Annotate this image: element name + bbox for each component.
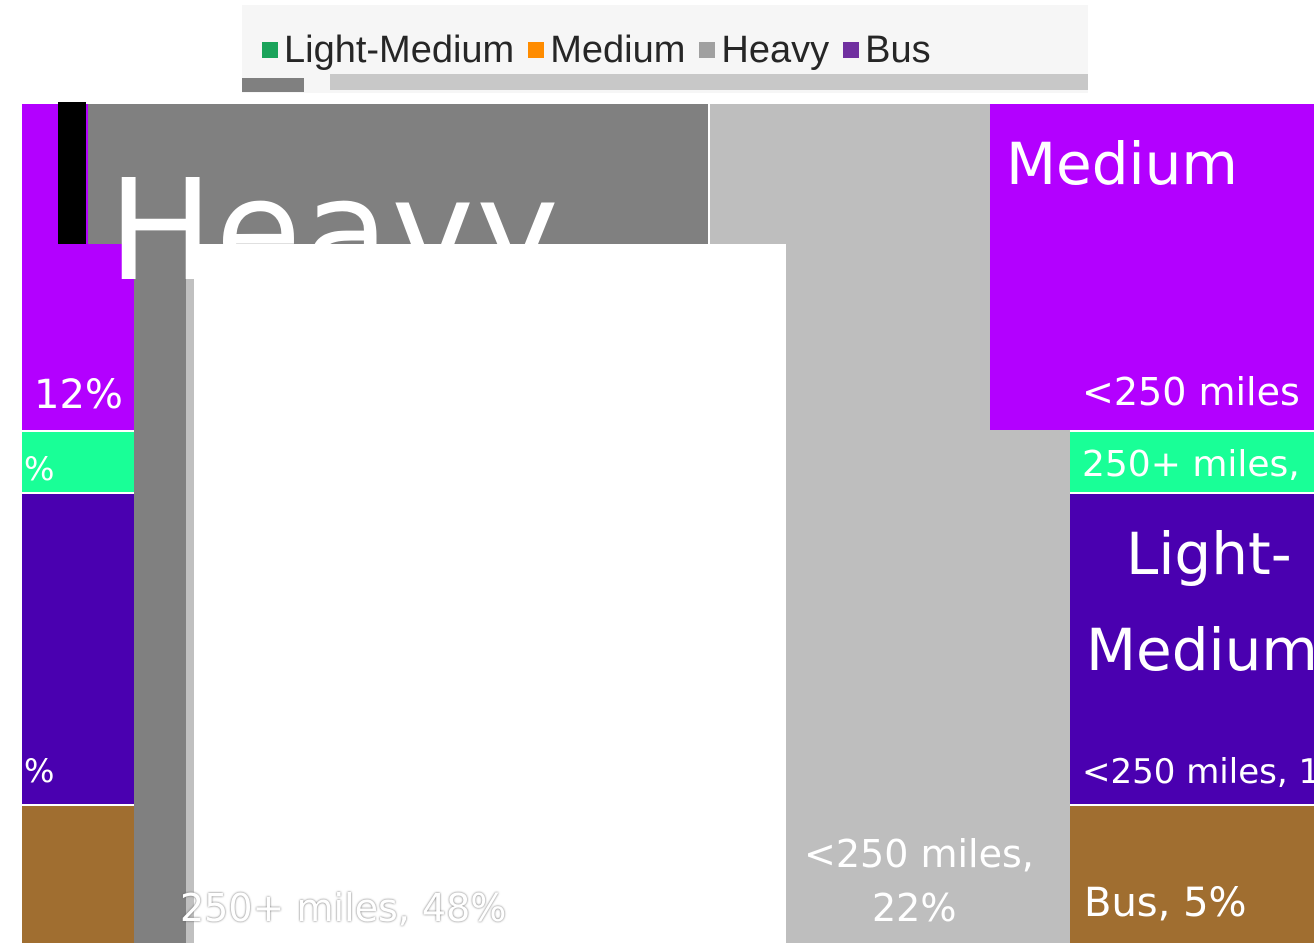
legend-item-heavy: Heavy <box>699 29 829 72</box>
legend-item-medium: Medium <box>528 29 685 72</box>
left-pct-12: 12% <box>34 372 123 418</box>
lightmed-title-1: Light- <box>1126 520 1292 588</box>
heavy-lt250-pct: 22% <box>872 886 957 930</box>
legend-item-light-medium: Light-Medium <box>262 29 514 72</box>
legend-label: Heavy <box>721 28 830 71</box>
tile-heavy-lt250-top <box>710 104 990 244</box>
heavy-title: Heavy <box>108 150 561 313</box>
tile-heavy-250plus <box>186 244 786 943</box>
black-bar <box>58 102 86 244</box>
legend-item-bus: Bus <box>843 28 931 72</box>
legend-artifact <box>242 78 304 92</box>
legend-swatch <box>699 42 716 58</box>
bus-label: Bus, 5% <box>1084 880 1247 926</box>
lightmed-lt250-label: <250 miles, 1 <box>1082 752 1314 792</box>
medium-250plus-label: 250+ miles, <box>1082 444 1300 485</box>
legend-label: Light-Medium <box>284 28 515 71</box>
chart-legend: Light-Medium Medium Heavy Bus <box>262 28 931 72</box>
tile-bus-left <box>22 806 134 943</box>
legend-swatch <box>528 42 545 58</box>
left-pct-b: % <box>24 752 55 790</box>
legend-swatch <box>843 42 860 58</box>
left-pct-a: % <box>24 450 55 488</box>
medium-lt250-label: <250 miles <box>1082 370 1300 414</box>
lightmed-title-2: Medium <box>1086 616 1314 684</box>
heavy-250plus-label: 250+ miles, 48% <box>180 886 507 930</box>
legend-swatch <box>262 42 278 58</box>
heavy-lt250-label: <250 miles, <box>804 832 1034 876</box>
legend-label: Medium <box>550 28 686 71</box>
legend-artifact-strip <box>330 74 1088 90</box>
legend-label: Bus <box>865 28 931 71</box>
tile-heavy-250plus-edge <box>134 244 186 943</box>
medium-title: Medium <box>1006 130 1238 198</box>
